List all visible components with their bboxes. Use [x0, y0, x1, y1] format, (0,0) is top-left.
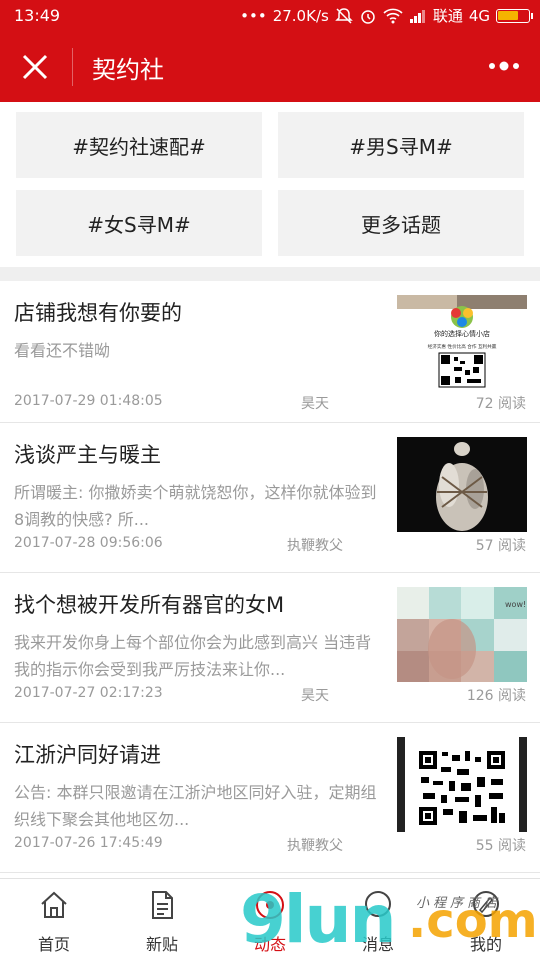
- more-topics-button[interactable]: 更多话题: [278, 190, 524, 256]
- page-title: 契约社: [92, 56, 164, 84]
- nav-new-posts[interactable]: 新贴: [108, 879, 216, 960]
- nav-profile[interactable]: 我的: [432, 879, 540, 960]
- article-summary: 我来开发你身上每个部位你会为此感到高兴 当违背我的指示你会受到我严厉技法来让你.…: [14, 633, 372, 679]
- topics-grid: #契约社速配# #男S寻M# #女S寻M# 更多话题: [0, 102, 540, 267]
- article-author[interactable]: 执鞭教父: [275, 835, 355, 855]
- article-views: 57 阅读: [475, 538, 526, 554]
- status-dots: •••: [240, 6, 267, 25]
- activity-icon: [256, 891, 284, 919]
- title-bar: 契约社: [0, 32, 540, 102]
- article-item[interactable]: 找个想被开发所有器官的女M 我来开发你身上每个部位你会为此感到高兴 当违背我的指…: [0, 573, 540, 723]
- network-type: 4G: [468, 6, 490, 25]
- article-item[interactable]: 江浙沪同好请进 公告: 本群只限邀请在江浙沪地区同好入驻，定期组织线下聚会其他地…: [0, 723, 540, 873]
- nav-label: 动态: [253, 935, 286, 954]
- article-thumbnail[interactable]: wow!: [397, 587, 527, 682]
- article-thumbnail[interactable]: [397, 737, 527, 832]
- article-item[interactable]: 浅谈严主与暖主 所谓暖主: 你撒娇卖个萌就饶恕你，这样你就体验到8调教的快感? …: [0, 423, 540, 573]
- document-icon: [152, 891, 173, 919]
- thumb-shop-name: 你的选择心情小店: [434, 329, 490, 338]
- thumb-shop-tags: 经济实惠 性价比高 合作 互利共赢: [428, 343, 497, 350]
- carrier-name: 联通: [432, 7, 463, 25]
- wifi-icon: [383, 8, 403, 23]
- article-title[interactable]: 浅谈严主与暖主: [14, 439, 384, 469]
- more-options-icon[interactable]: [488, 58, 520, 74]
- topic-button[interactable]: #契约社速配#: [16, 112, 262, 178]
- article-views: 55 阅读: [475, 838, 526, 854]
- article-author[interactable]: 昊天: [275, 393, 355, 413]
- figure-photo: [397, 437, 527, 532]
- article-title[interactable]: 找个想被开发所有器官的女M: [14, 589, 384, 619]
- network-speed: 27.0K/s: [272, 6, 329, 25]
- article-list: 店铺我想有你要的 看看还不错呦 2017-07-29 01:48:05 昊天 7…: [0, 281, 540, 873]
- article-summary: 公告: 本群只限邀请在江浙沪地区同好入驻，定期组织线下聚会其他地区勿...: [14, 783, 377, 829]
- close-icon[interactable]: [20, 52, 50, 82]
- article-date: 2017-07-26 17:45:49: [14, 835, 163, 851]
- nav-label: 消息: [361, 935, 394, 954]
- nav-label: 我的: [469, 935, 502, 954]
- article-item[interactable]: 店铺我想有你要的 看看还不错呦 2017-07-29 01:48:05 昊天 7…: [0, 281, 540, 423]
- topic-button[interactable]: #男S寻M#: [278, 112, 524, 178]
- article-title[interactable]: 江浙沪同好请进: [14, 739, 384, 769]
- thumb-wow-text: wow!: [505, 600, 526, 609]
- article-date: 2017-07-27 02:17:23: [14, 685, 163, 701]
- battery-icon: [496, 8, 533, 23]
- mute-icon: [335, 7, 353, 24]
- status-indicators: ••• 27.0K/s 联通 4G: [240, 5, 533, 26]
- nav-activity[interactable]: 动态: [216, 879, 324, 960]
- article-date: 2017-07-28 09:56:06: [14, 535, 163, 551]
- bottom-nav: 首页 新贴 动态 消息 我的: [0, 878, 540, 960]
- nav-label: 首页: [37, 935, 70, 954]
- section-divider: [0, 267, 540, 281]
- article-thumbnail[interactable]: [397, 437, 527, 532]
- nav-home[interactable]: 首页: [0, 879, 108, 960]
- nav-label: 新贴: [145, 935, 178, 954]
- topic-button[interactable]: #女S寻M#: [16, 190, 262, 256]
- article-date: 2017-07-29 01:48:05: [14, 393, 163, 409]
- article-author[interactable]: 执鞭教父: [275, 535, 355, 555]
- nav-messages[interactable]: 消息: [324, 879, 432, 960]
- status-time: 13:49: [14, 6, 61, 25]
- article-summary: 所谓暖主: 你撒娇卖个萌就饶恕你，这样你就体验到8调教的快感? 所...: [14, 483, 377, 529]
- article-views: 72 阅读: [475, 396, 526, 412]
- alarm-icon: [361, 9, 375, 24]
- home-icon: [41, 891, 67, 918]
- status-bar: 13:49 ••• 27.0K/s 联通 4G: [0, 0, 540, 32]
- shop-qr-image: 你的选择心情小店 经济实惠 性价比高 合作 互利共赢: [397, 295, 527, 388]
- profile-icon: [473, 891, 499, 917]
- article-author[interactable]: 昊天: [275, 685, 355, 705]
- group-qr-image: [397, 737, 527, 832]
- article-thumbnail[interactable]: 你的选择心情小店 经济实惠 性价比高 合作 互利共赢: [397, 295, 527, 390]
- article-views: 126 阅读: [466, 688, 526, 704]
- article-summary: 看看还不错呦: [14, 341, 111, 360]
- message-icon: [365, 891, 391, 917]
- mosaic-photo: wow!: [397, 587, 527, 682]
- article-title[interactable]: 店铺我想有你要的: [14, 297, 384, 327]
- signal-icon: [409, 9, 425, 23]
- title-divider: [72, 48, 73, 86]
